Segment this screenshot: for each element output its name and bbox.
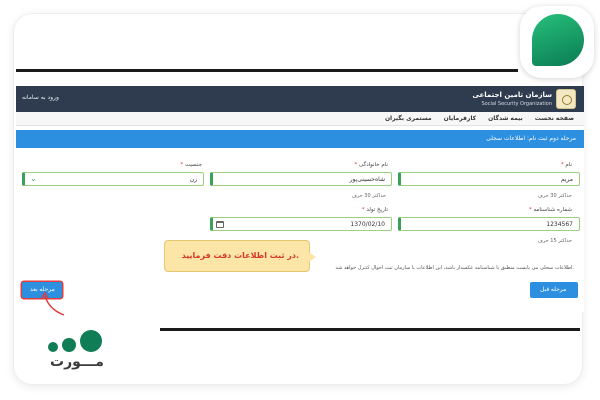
org-name-en: Social Security Organization bbox=[481, 101, 552, 107]
first-name-input[interactable]: مریم bbox=[398, 172, 580, 186]
id-number-input[interactable]: 1234567 bbox=[398, 217, 580, 231]
birth-date-label: * تاریخ تولد bbox=[361, 207, 388, 213]
main-nav: صفحه نخست بیمه شدگان کارفرمایان مستمری ب… bbox=[16, 112, 584, 126]
first-name-hint: حداکثر 30 حرف bbox=[537, 193, 572, 199]
logo-dot-small bbox=[48, 342, 58, 352]
logo-dot-medium bbox=[62, 338, 76, 352]
birth-date-input[interactable]: 1370/02/10 bbox=[210, 217, 392, 231]
site-screenshot: ورود به سامانه سازمان تامین اجتماعی Soci… bbox=[16, 86, 584, 312]
id-number-hint: حداکثر 15 حرف bbox=[537, 238, 572, 244]
nav-item-employers[interactable]: کارفرمایان bbox=[444, 115, 476, 122]
brand-wordmark: مـــورت bbox=[50, 354, 104, 370]
brand-logo: مـــورت bbox=[44, 326, 122, 378]
divider-top bbox=[16, 69, 518, 72]
pointer-arrow-icon bbox=[40, 291, 65, 316]
nav-item-home[interactable]: صفحه نخست bbox=[535, 115, 574, 122]
step-bar: مرحله دوم ثبت نام: اطلاعات سجلی bbox=[16, 130, 584, 148]
gender-select[interactable]: زن ⌄ bbox=[22, 172, 204, 186]
leaf-logo-icon bbox=[532, 14, 584, 66]
chevron-down-icon: ⌄ bbox=[30, 174, 37, 183]
last-name-input[interactable]: شاه‌حسینی‌پور bbox=[210, 172, 392, 186]
warning-callout: در ثبت اطلاعات دقت فرمایید. bbox=[164, 240, 316, 272]
page: ورود به سامانه سازمان تامین اجتماعی Soci… bbox=[0, 0, 600, 400]
calendar-icon[interactable] bbox=[216, 221, 224, 228]
registration-form: * نام * نام خانوادگی * جنسیت مریم شاه‌حس… bbox=[16, 152, 584, 312]
org-emblem-icon bbox=[556, 89, 576, 109]
brand-badge bbox=[520, 6, 594, 78]
id-number-label: * شماره شناسنامه bbox=[528, 207, 572, 213]
last-name-hint: حداکثر 30 حرف bbox=[351, 193, 386, 199]
gender-label: * جنسیت bbox=[180, 162, 202, 168]
prev-step-button[interactable]: مرحله قبل bbox=[530, 282, 578, 298]
org-name: سازمان تامین اجتماعی bbox=[472, 91, 552, 99]
nav-item-pensioners[interactable]: مستمری بگیران bbox=[385, 115, 432, 122]
divider-bottom bbox=[160, 328, 580, 331]
step-title: مرحله دوم ثبت نام: اطلاعات سجلی bbox=[486, 135, 576, 142]
info-text: اطلاعات سجلی می بایست منطبق با شناسنامه … bbox=[335, 265, 575, 271]
site-header: ورود به سامانه سازمان تامین اجتماعی Soci… bbox=[16, 86, 584, 112]
logo-dot-large bbox=[80, 330, 102, 352]
last-name-label: * نام خانوادگی bbox=[354, 162, 389, 168]
nav-item-insured[interactable]: بیمه شدگان bbox=[488, 115, 523, 122]
first-name-label: * نام bbox=[560, 162, 572, 168]
login-link[interactable]: ورود به سامانه bbox=[22, 94, 59, 101]
